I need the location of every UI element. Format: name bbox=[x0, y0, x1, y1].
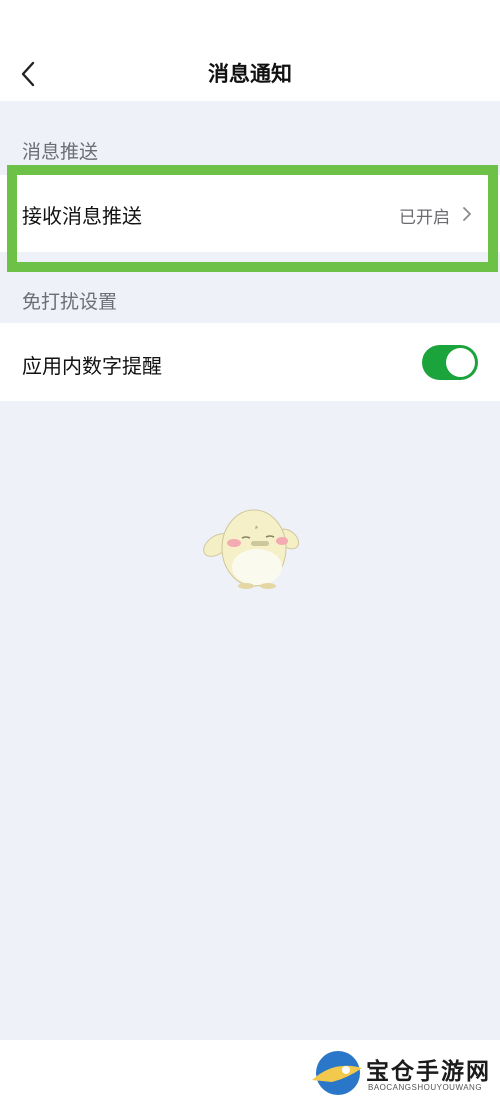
chevron-right-icon bbox=[463, 207, 471, 221]
page-title: 消息通知 bbox=[208, 62, 292, 86]
watermark-logo bbox=[312, 1051, 362, 1095]
mascot-illustration bbox=[203, 509, 300, 589]
section-label-push: 消息推送 bbox=[22, 141, 99, 163]
nav-bar: 消息通知 bbox=[0, 0, 500, 101]
receive-push-row[interactable]: 接收消息推送 已开启 bbox=[0, 175, 500, 252]
section-label-dnd: 免打扰设置 bbox=[22, 291, 118, 313]
in-app-badge-label: 应用内数字提醒 bbox=[22, 354, 162, 378]
toggle-knob bbox=[446, 348, 475, 377]
in-app-badge-toggle[interactable] bbox=[422, 345, 478, 380]
push-status-text: 已开启 bbox=[399, 208, 450, 228]
receive-push-label: 接收消息推送 bbox=[22, 204, 142, 228]
watermark-title: 宝仓手游网 bbox=[366, 1058, 491, 1085]
watermark-subtitle: BAOCANGSHOUYOUWANG bbox=[368, 1083, 483, 1092]
